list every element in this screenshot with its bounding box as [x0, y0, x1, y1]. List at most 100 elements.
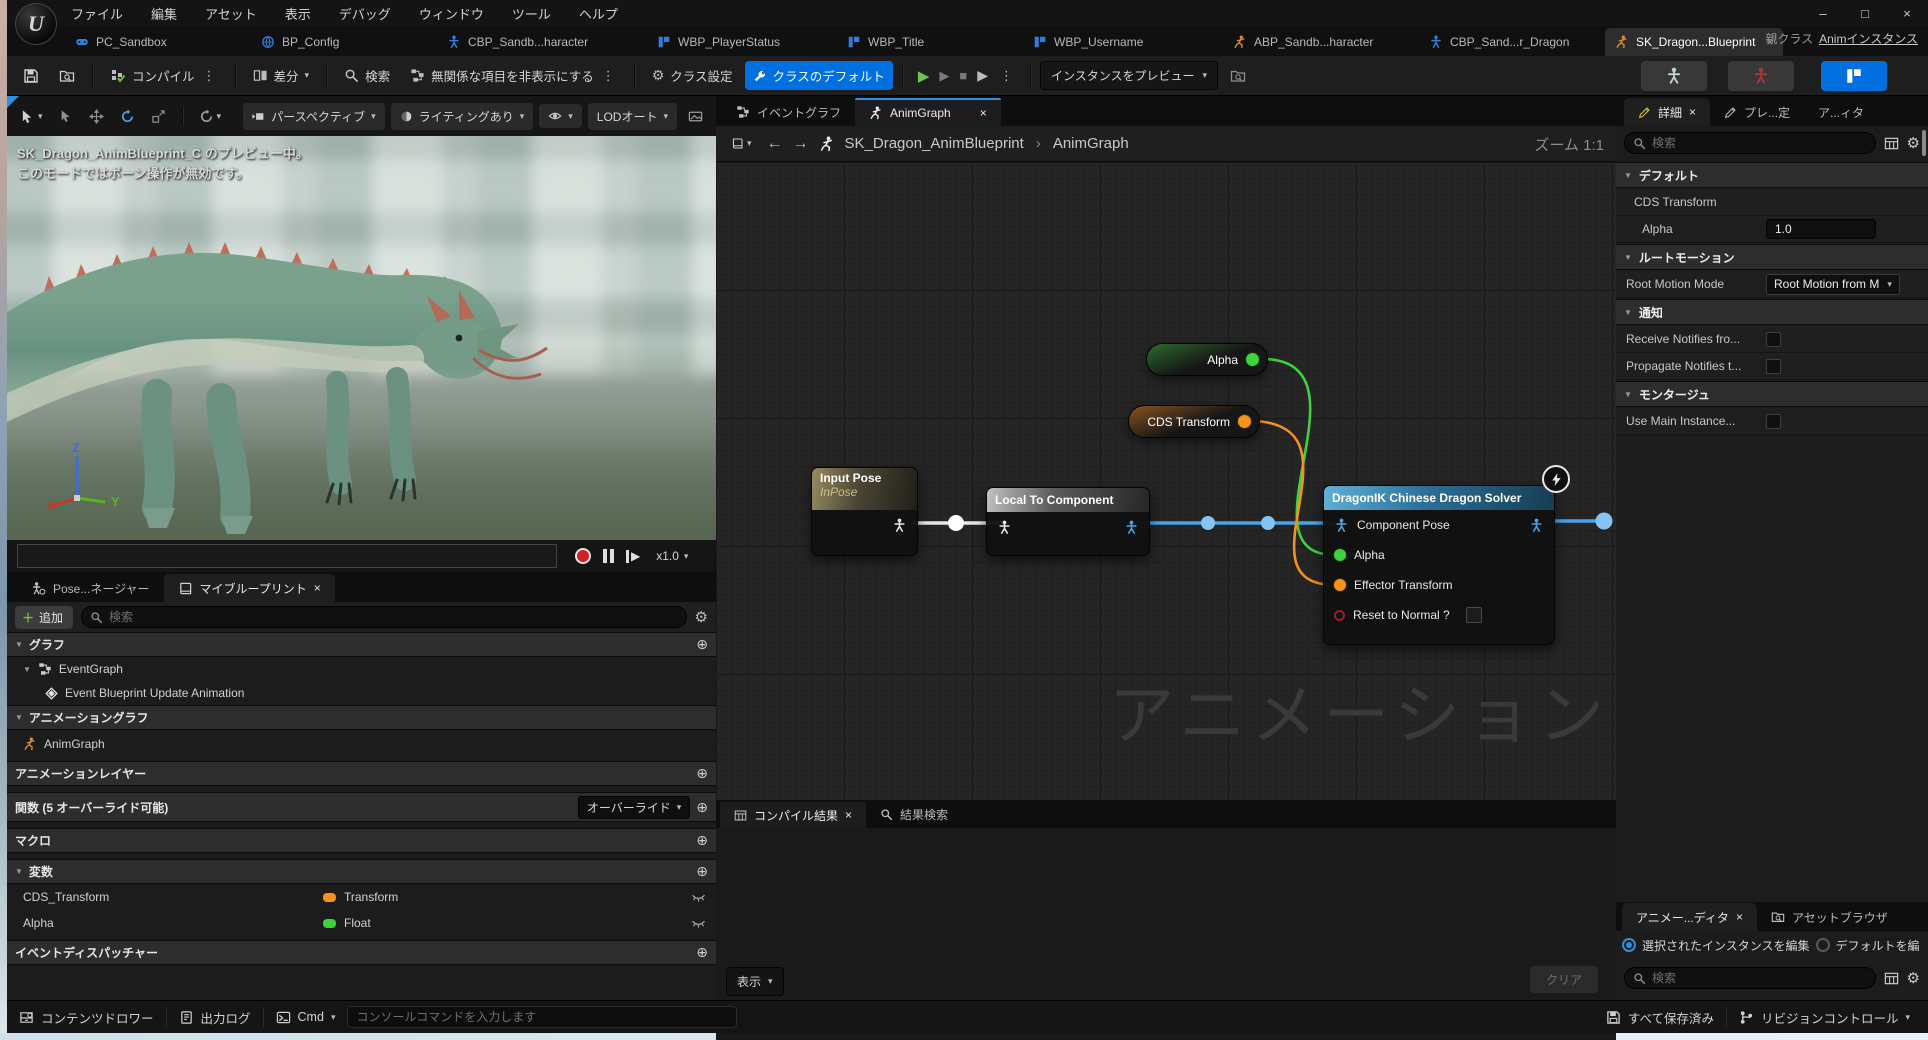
record-button[interactable] — [575, 548, 591, 564]
section-animation-layers[interactable]: アニメーションレイヤー ⊕ — [7, 761, 716, 786]
pause-button[interactable] — [603, 549, 614, 563]
content-drawer-button[interactable]: コンテンツドロワー — [7, 1001, 166, 1034]
node-local-to-component[interactable]: Local To Component — [986, 487, 1150, 556]
browse-instance-button[interactable] — [1222, 63, 1254, 89]
settings-gear-icon[interactable]: ⚙ — [1907, 969, 1920, 987]
close-tab-icon[interactable]: × — [845, 808, 852, 822]
breadcrumb-blueprint[interactable]: SK_Dragon_AnimBlueprint — [845, 135, 1024, 152]
preview-viewport[interactable]: SK_Dragon_AnimBlueprint_C のプレビュー中。 このモード… — [7, 136, 716, 540]
save-status-button[interactable]: すべて保存済み — [1594, 1001, 1726, 1034]
close-tab-icon[interactable]: × — [1736, 910, 1743, 924]
menu-debug[interactable]: デバッグ — [339, 4, 391, 23]
console-input[interactable] — [356, 1010, 728, 1024]
compile-options-icon[interactable]: ⋮ — [201, 68, 218, 84]
perspective-dropdown[interactable]: パースペクティブ ▾ — [243, 103, 384, 130]
browse-asset-button[interactable] — [51, 63, 83, 89]
anim-tools-search[interactable] — [1624, 967, 1876, 989]
minimize-button[interactable]: – — [1802, 0, 1844, 26]
nav-forward-button[interactable]: → — [793, 135, 809, 153]
search-input[interactable] — [1652, 971, 1867, 985]
node-alpha-variable[interactable]: Alpha — [1146, 343, 1268, 376]
close-tab-icon[interactable]: × — [1689, 105, 1696, 119]
play-options-icon[interactable]: ⋮ — [998, 68, 1015, 84]
scale-tool-button[interactable] — [146, 105, 171, 128]
node-dragonik-solver[interactable]: DragonIK Chinese Dragon Solver Component… — [1323, 485, 1555, 645]
alpha-pin[interactable] — [1334, 549, 1346, 561]
node-cds-transform-variable[interactable]: CDS Transform — [1128, 405, 1260, 438]
pose-pin[interactable] — [997, 520, 1012, 535]
display-filter-icon[interactable] — [1884, 971, 1899, 986]
preview-animation-button[interactable] — [1821, 61, 1887, 91]
graph-canvas[interactable]: アニメーション Alpha CDS Trans — [716, 162, 1616, 800]
close-tab-icon[interactable]: × — [980, 106, 987, 120]
step-over-button[interactable]: ▶ — [939, 68, 949, 84]
component-pose-pin[interactable] — [1334, 518, 1349, 533]
menu-edit[interactable]: 編集 — [151, 4, 177, 23]
search-input[interactable] — [1652, 136, 1867, 150]
tab-preview-settings[interactable]: プレ...定 — [1710, 98, 1804, 126]
tab-sk-dragon-blueprint[interactable]: SK_Dragon...Blueprint × — [1605, 28, 1783, 56]
tab-anim-data-editor[interactable]: アニメー...ディタ × — [1622, 903, 1757, 931]
menu-view[interactable]: 表示 — [285, 4, 311, 23]
section-variables[interactable]: ▼ 変数 ⊕ — [7, 859, 716, 884]
clear-button[interactable]: クリア — [1530, 966, 1598, 993]
diff-button[interactable]: 差分 ▾ — [245, 61, 318, 90]
menu-tools[interactable]: ツール — [512, 4, 551, 23]
details-search[interactable] — [1624, 132, 1876, 154]
tab-asset-browser[interactable]: アセットブラウザ — [1757, 903, 1902, 931]
search-input[interactable] — [109, 610, 678, 624]
select-tool-button[interactable] — [54, 105, 78, 127]
revision-control-dropdown[interactable]: リビジョンコントロール ▾ — [1727, 1001, 1922, 1034]
section-default[interactable]: ▼デフォルト — [1616, 162, 1928, 188]
display-filter-icon[interactable] — [1884, 136, 1899, 151]
tab-cbp-sandbox-character[interactable]: CBP_Sandb...haracter — [437, 28, 647, 56]
playback-speed-dropdown[interactable]: x1.0▾ — [656, 549, 688, 563]
add-button[interactable]: ＋ 追加 — [15, 606, 73, 629]
output-log-button[interactable]: 出力ログ — [167, 1001, 263, 1034]
snap-rotate-button[interactable]: ▾ — [194, 105, 227, 128]
variable-cds-transform[interactable]: CDS_Transform Transform — [7, 884, 716, 910]
move-tool-button[interactable] — [84, 105, 109, 128]
effector-transform-pin[interactable] — [1334, 579, 1346, 591]
add-layer-icon[interactable]: ⊕ — [696, 765, 708, 782]
section-root-motion[interactable]: ▼ルートモーション — [1616, 244, 1928, 270]
show-filter-dropdown[interactable]: 表示 ▾ — [726, 967, 784, 996]
section-graphs[interactable]: ▼ グラフ ⊕ — [7, 632, 716, 657]
breadcrumb-graph[interactable]: AnimGraph — [1053, 135, 1129, 152]
tab-animgraph[interactable]: AnimGraph × — [855, 98, 1001, 126]
section-montage[interactable]: ▼モンタージュ — [1616, 381, 1928, 407]
float-pin[interactable] — [1246, 353, 1259, 366]
add-macro-icon[interactable]: ⊕ — [696, 832, 708, 849]
my-blueprint-search[interactable] — [81, 606, 687, 628]
tab-wbp-username[interactable]: WBP_Username — [1023, 28, 1223, 56]
reset-checkbox[interactable] — [1466, 607, 1482, 623]
tab-abp-sandbox-character[interactable]: ABP_Sandb...haracter — [1223, 28, 1419, 56]
tab-anim-editor[interactable]: ア...ィタ — [1804, 98, 1878, 126]
tab-wbp-title[interactable]: WBP_Title — [837, 28, 1023, 56]
frame-advance-button[interactable]: ▶ — [977, 67, 988, 84]
rotate-tool-button[interactable] — [115, 105, 140, 128]
settings-gear-icon[interactable]: ⚙ — [1907, 134, 1920, 152]
transform-pin[interactable] — [1238, 415, 1251, 428]
find-button[interactable]: 検索 — [336, 61, 398, 90]
row-cds-transform[interactable]: CDS Transform — [1616, 189, 1928, 216]
bookmark-dropdown[interactable]: ▾ — [726, 133, 757, 154]
viewport-menu-button[interactable]: ▾ — [15, 105, 48, 128]
item-event-graph[interactable]: ▼ EventGraph — [7, 657, 716, 681]
timeline-scrubber[interactable] — [17, 544, 557, 568]
tab-pose-manager[interactable]: Pose...ネージャー — [17, 574, 164, 602]
save-button[interactable] — [15, 63, 47, 89]
class-defaults-button[interactable]: クラスのデフォルト — [745, 61, 893, 90]
lod-dropdown[interactable]: LODオート ▾ — [588, 103, 677, 130]
menu-help[interactable]: ヘルプ — [579, 4, 618, 23]
parent-class-link[interactable]: Animインスタンス — [1819, 32, 1918, 46]
reset-to-normal-pin[interactable] — [1334, 610, 1345, 621]
add-variable-icon[interactable]: ⊕ — [696, 863, 708, 880]
item-event-update-animation[interactable]: Event Blueprint Update Animation — [7, 681, 716, 705]
console-command-input[interactable] — [347, 1006, 737, 1028]
menu-file[interactable]: ファイル — [71, 4, 123, 23]
add-dispatcher-icon[interactable]: ⊕ — [696, 944, 708, 961]
item-animgraph[interactable]: AnimGraph — [7, 730, 716, 757]
unreal-logo-icon[interactable]: U — [15, 3, 57, 45]
add-function-icon[interactable]: ⊕ — [696, 799, 708, 816]
